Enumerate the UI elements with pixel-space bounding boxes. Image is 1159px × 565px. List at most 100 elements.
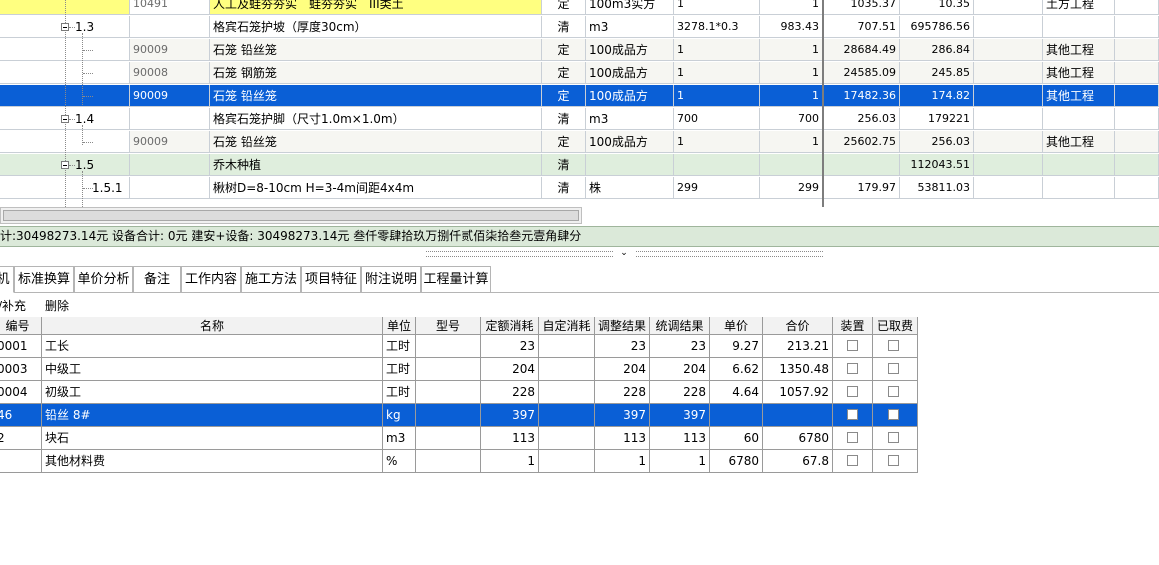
item-project-code-cell[interactable] <box>130 177 210 199</box>
item-total-cell[interactable]: 245.85 <box>900 62 974 84</box>
item-price-cell[interactable]: 25602.75 <box>823 131 900 153</box>
item-row[interactable]: 10491 人工及蛙夯夯实 蛙夯夯实 III类土定 100m3实方 1 1 1035.37… <box>0 0 1159 16</box>
item-type-cell[interactable]: 清 <box>542 154 586 176</box>
checkbox[interactable] <box>888 363 899 374</box>
resource-code-cell[interactable]: 46 <box>0 404 42 427</box>
item-extra-cell[interactable] <box>1115 39 1159 61</box>
item-row[interactable]: 1.3 格宾石笼护坡（厚度30cm）清 m3 3278.1*0.3 983.43 707.… <box>0 16 1159 39</box>
item-project-code-cell[interactable]: 90009 <box>130 131 210 153</box>
resource-total-cell[interactable]: 1350.48 <box>763 358 833 381</box>
tree-collapse-icon[interactable] <box>61 161 69 169</box>
item-unit-cell[interactable]: 株 <box>586 177 674 199</box>
resource-quota-cell[interactable]: 204 <box>481 358 539 381</box>
item-name-cell[interactable]: 人工及蛙夯夯实 蛙夯夯实 III类土 <box>210 0 542 15</box>
checkbox[interactable] <box>888 340 899 351</box>
tree-collapse-icon[interactable] <box>61 115 69 123</box>
resource-unified-cell[interactable]: 1 <box>650 450 710 473</box>
item-total-cell[interactable]: 286.84 <box>900 39 974 61</box>
item-name-cell[interactable]: 石笼 铅丝笼 <box>210 39 542 61</box>
item-price-cell[interactable]: 1035.37 <box>823 0 900 15</box>
resource-price-cell[interactable]: 60 <box>710 427 763 450</box>
item-total-cell[interactable]: 174.82 <box>900 85 974 107</box>
item-unit-cell[interactable]: 100m3实方 <box>586 0 674 15</box>
item-total-cell[interactable]: 695786.56 <box>900 16 974 38</box>
resource-price-cell[interactable]: 4.64 <box>710 381 763 404</box>
item-project-code-cell[interactable] <box>130 108 210 130</box>
resource-price-cell[interactable]: 9.27 <box>710 335 763 358</box>
charged-checkbox-cell[interactable] <box>873 404 918 427</box>
item-category-cell[interactable] <box>1043 154 1115 176</box>
item-expr-cell[interactable]: 299 <box>674 177 760 199</box>
resource-unified-cell[interactable]: 228 <box>650 381 710 404</box>
install-checkbox-cell[interactable] <box>833 335 873 358</box>
column-header[interactable]: 单价 <box>710 317 763 335</box>
resource-custom-cell[interactable] <box>539 404 595 427</box>
resource-total-cell[interactable]: 1057.92 <box>763 381 833 404</box>
item-price-cell[interactable] <box>823 154 900 176</box>
resource-model-cell[interactable] <box>416 450 481 473</box>
item-row[interactable]: 1.5.1 楸树D=8-10cm H=3-4m间距4x4m 清株 299 299 179.… <box>0 177 1159 200</box>
item-name-cell[interactable]: 石笼 钢筋笼 <box>210 62 542 84</box>
resource-adjusted-cell[interactable]: 228 <box>595 381 650 404</box>
item-project-code-cell[interactable] <box>130 16 210 38</box>
resource-name-cell[interactable]: 块石 <box>42 427 383 450</box>
column-header[interactable]: 型号 <box>416 317 481 335</box>
checkbox[interactable] <box>888 386 899 397</box>
item-price-cell[interactable]: 28684.49 <box>823 39 900 61</box>
item-name-cell[interactable]: 格宾石笼护坡（厚度30cm） <box>210 16 542 38</box>
checkbox[interactable] <box>847 340 858 351</box>
item-type-cell[interactable]: 定 <box>542 62 586 84</box>
item-fee-cell[interactable] <box>974 131 1043 153</box>
item-row[interactable]: 1.5 乔木种植清 112043.51 <box>0 154 1159 177</box>
item-fee-cell[interactable] <box>974 16 1043 38</box>
resource-unit-cell[interactable]: kg <box>383 404 416 427</box>
item-total-cell[interactable]: 112043.51 <box>900 154 974 176</box>
delete-button[interactable]: 删除 <box>45 296 69 316</box>
resource-price-cell[interactable] <box>710 404 763 427</box>
item-category-cell[interactable]: 其他工程 <box>1043 62 1115 84</box>
resource-unit-cell[interactable]: 工时 <box>383 335 416 358</box>
item-category-cell[interactable]: 其他工程 <box>1043 131 1115 153</box>
column-header[interactable]: 编号 <box>0 317 42 335</box>
resource-unified-cell[interactable]: 23 <box>650 335 710 358</box>
install-checkbox-cell[interactable] <box>833 427 873 450</box>
column-header[interactable]: 定额消耗 <box>481 317 539 335</box>
column-header[interactable]: 自定消耗 <box>539 317 595 335</box>
panel-splitter[interactable]: ⌄ <box>0 248 1159 258</box>
item-type-cell[interactable]: 清 <box>542 16 586 38</box>
item-price-cell[interactable]: 707.51 <box>823 16 900 38</box>
tab-construction-method[interactable]: 施工方法 <box>241 266 301 292</box>
item-qty-cell[interactable]: 983.43 <box>760 16 823 38</box>
charged-checkbox-cell[interactable] <box>873 427 918 450</box>
resource-model-cell[interactable] <box>416 335 481 358</box>
item-category-cell[interactable]: 其他工程 <box>1043 39 1115 61</box>
item-expr-cell[interactable] <box>674 154 760 176</box>
resource-name-cell[interactable]: 初级工 <box>42 381 383 404</box>
item-extra-cell[interactable] <box>1115 0 1159 15</box>
install-checkbox-cell[interactable] <box>833 381 873 404</box>
resource-unit-cell[interactable]: m3 <box>383 427 416 450</box>
item-qty-cell[interactable] <box>760 154 823 176</box>
item-expr-cell[interactable]: 1 <box>674 85 760 107</box>
item-expr-cell[interactable]: 1 <box>674 62 760 84</box>
column-header[interactable]: 调整结果 <box>595 317 650 335</box>
chevron-down-icon[interactable]: ⌄ <box>617 248 631 258</box>
resource-custom-cell[interactable] <box>539 381 595 404</box>
resource-custom-cell[interactable] <box>539 335 595 358</box>
item-name-cell[interactable]: 石笼 铅丝笼 <box>210 131 542 153</box>
item-qty-cell[interactable]: 1 <box>760 85 823 107</box>
resource-code-cell[interactable]: 2 <box>0 427 42 450</box>
checkbox[interactable] <box>847 455 858 466</box>
checkbox[interactable] <box>888 432 899 443</box>
resource-unified-cell[interactable]: 113 <box>650 427 710 450</box>
item-total-cell[interactable]: 10.35 <box>900 0 974 15</box>
resource-total-cell[interactable]: 213.21 <box>763 335 833 358</box>
item-extra-cell[interactable] <box>1115 85 1159 107</box>
item-project-code-cell[interactable]: 90009 <box>130 39 210 61</box>
resource-custom-cell[interactable] <box>539 358 595 381</box>
resource-adjusted-cell[interactable]: 397 <box>595 404 650 427</box>
item-fee-cell[interactable] <box>974 154 1043 176</box>
column-header[interactable]: 单位 <box>383 317 416 335</box>
item-row[interactable]: 90009 石笼 铅丝笼定 100成品方 1 1 25602.75 256.03 其他工程 <box>0 131 1159 154</box>
resource-unified-cell[interactable]: 397 <box>650 404 710 427</box>
